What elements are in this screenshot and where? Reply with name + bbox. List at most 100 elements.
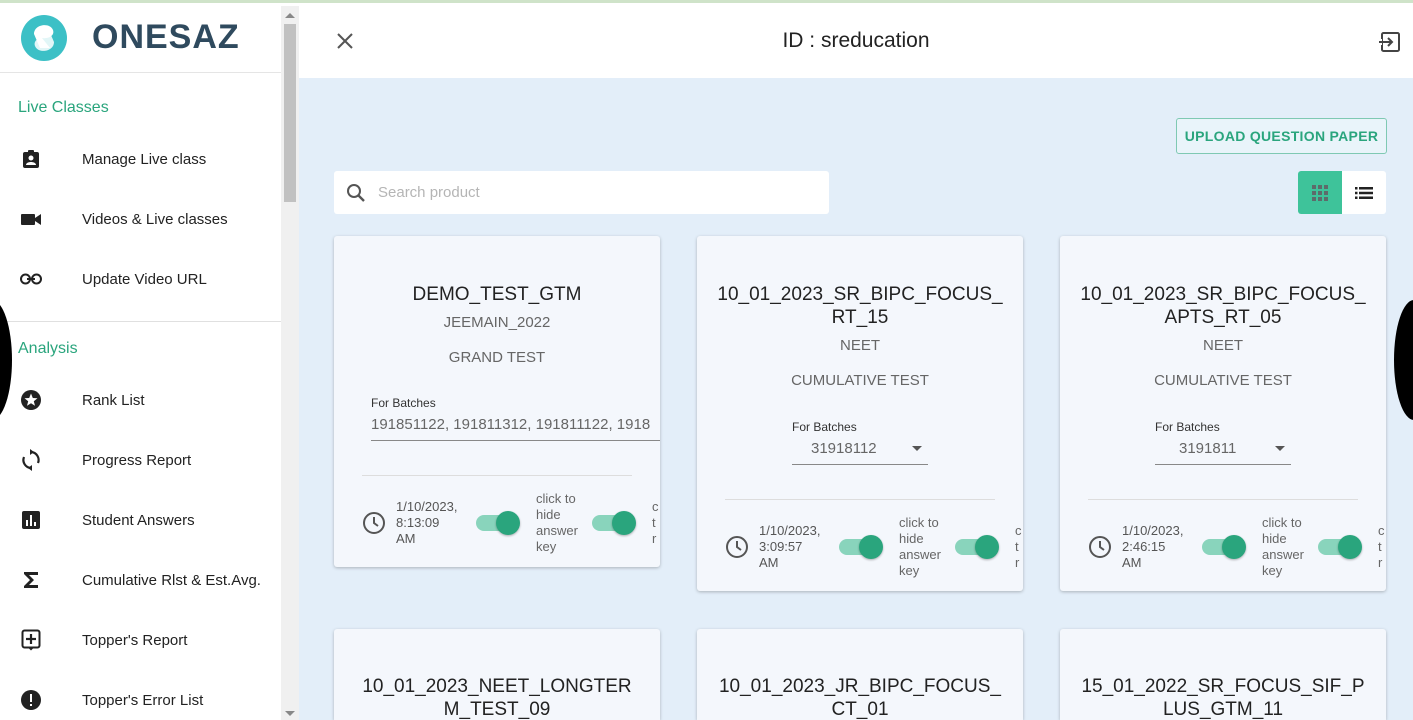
time-line: 2:46:15 — [1122, 539, 1166, 554]
upload-question-paper-button[interactable]: UPLOAD QUESTION PAPER — [1176, 118, 1387, 154]
caption-line: r — [1015, 555, 1020, 570]
caption-line: c — [1378, 523, 1385, 538]
hide-answer-key-toggle[interactable] — [592, 511, 636, 535]
right-edge-overlay — [1394, 300, 1413, 420]
scroll-thumb[interactable] — [284, 24, 296, 202]
card-title: 10_01_2023_SR_BIPC_FOCUS_RT_15 — [717, 284, 1003, 328]
toggle-knob — [859, 535, 883, 559]
truncated-caption: c t r — [1015, 523, 1022, 571]
card-exam: JEEMAIN_2022 — [443, 314, 551, 331]
sigma-icon — [20, 569, 42, 591]
batches-label: For Batches — [371, 396, 436, 410]
caption-line: hide — [1262, 531, 1287, 546]
section-title-live-classes: Live Classes — [18, 99, 109, 116]
sidebar-scrollbar[interactable] — [281, 6, 299, 720]
scroll-up-arrow-icon[interactable] — [285, 13, 295, 18]
caption-line: click to — [899, 515, 939, 530]
sidebar-item-label: Topper's Report — [82, 631, 188, 649]
brand[interactable]: ONESAZ — [0, 3, 281, 73]
sidebar-item-progress-report[interactable]: Progress Report — [0, 430, 281, 490]
meridiem-line: AM — [759, 555, 779, 570]
sidebar-item-manage-live-class[interactable]: Manage Live class — [0, 129, 281, 189]
batches-input[interactable]: 191851122, 191811312, 191811122, 1918 — [371, 410, 660, 441]
caption-line: answer — [1262, 547, 1304, 562]
grid-view-button[interactable] — [1298, 171, 1342, 214]
list-view-button[interactable] — [1342, 171, 1386, 214]
batches-dropdown[interactable]: 31918112 — [792, 434, 928, 465]
page-title: ID : sreducation — [782, 29, 930, 52]
search-input[interactable] — [378, 184, 798, 201]
hide-answer-key-toggle[interactable] — [1318, 535, 1362, 559]
nav-section-analysis: Analysis Rank List Progress Report Stude… — [0, 321, 281, 720]
sidebar-item-student-answers[interactable]: Student Answers — [0, 490, 281, 550]
scroll-down-arrow-icon[interactable] — [285, 711, 295, 716]
card-test-type: CUMULATIVE TEST — [791, 372, 929, 389]
caption-line: key — [536, 539, 557, 554]
test-card[interactable]: DEMO_TEST_GTM JEEMAIN_2022 GRAND TEST Fo… — [334, 236, 660, 567]
sidebar-item-toppers-error-list[interactable]: Topper's Error List — [0, 670, 281, 720]
test-card[interactable]: 15_01_2022_SR_FOCUS_SIF_PLUS_GTM_11 — [1060, 629, 1386, 720]
caption-line: c — [652, 499, 659, 514]
publish-toggle[interactable] — [476, 511, 520, 535]
caption-line: key — [899, 563, 920, 578]
batches-value: 191851122, 191811312, 191811122, 1918 — [371, 416, 651, 433]
date-line: 1/10/2023, — [759, 523, 821, 538]
view-toggle — [1298, 171, 1386, 214]
card-title: 10_01_2023_NEET_LONGTERM_TEST_09 — [362, 676, 632, 720]
card-divider — [1088, 499, 1358, 500]
sidebar-item-update-video-url[interactable]: Update Video URL — [0, 249, 281, 309]
caption-line: answer — [536, 523, 578, 538]
nav-section-live-classes: Live Classes Manage Live class Videos & … — [0, 73, 281, 309]
truncated-caption: c t r — [1378, 523, 1385, 571]
clock-icon — [363, 512, 385, 534]
card-title: 10_01_2023_JR_BIPC_FOCUS_CT_01 — [718, 676, 1001, 720]
card-test-type: GRAND TEST — [448, 349, 546, 366]
card-title: DEMO_TEST_GTM — [412, 284, 582, 305]
time-line: 3:09:57 — [759, 539, 803, 554]
batches-field[interactable]: For Batches 191851122, 191811312, 191811… — [371, 396, 660, 441]
caption-line: t — [1378, 539, 1382, 554]
batches-dropdown[interactable]: 3191811 — [1155, 434, 1291, 465]
caption-line: c — [1015, 523, 1022, 538]
caption-line: hide — [536, 507, 561, 522]
batches-select[interactable]: For Batches 3191811 — [1155, 420, 1291, 465]
test-card[interactable]: 10_01_2023_JR_BIPC_FOCUS_CT_01 — [697, 629, 1023, 720]
batches-select[interactable]: For Batches 31918112 — [792, 420, 928, 465]
bar-chart-icon — [20, 509, 42, 531]
publish-toggle[interactable] — [839, 535, 883, 559]
sidebar-item-cumulative-rlst[interactable]: Cumulative Rlst & Est.Avg. — [0, 550, 281, 610]
sidebar-item-rank-list[interactable]: Rank List — [0, 370, 281, 430]
sidebar-item-label: Student Answers — [82, 511, 195, 529]
publish-toggle[interactable] — [1202, 535, 1246, 559]
meridiem-line: AM — [396, 531, 416, 546]
sidebar-item-toppers-report[interactable]: Topper's Report — [0, 610, 281, 670]
toggle-knob — [1338, 535, 1362, 559]
hide-answer-key-caption: click to hide answer key — [899, 515, 955, 579]
card-footer: 1/10/2023, 8:13:09 AM click to hide answ… — [362, 491, 659, 555]
caption-line: t — [1015, 539, 1019, 554]
hide-answer-key-toggle[interactable] — [955, 535, 999, 559]
batches-value: 31918112 — [811, 440, 877, 457]
brand-name: ONESAZ — [92, 18, 240, 56]
sidebar-item-label: Manage Live class — [82, 150, 207, 168]
dropdown-arrow-icon — [1275, 446, 1285, 451]
card-title: 15_01_2022_SR_FOCUS_SIF_PLUS_GTM_11 — [1081, 676, 1365, 720]
link-icon — [20, 268, 42, 290]
clock-icon — [1089, 536, 1111, 558]
batches-label: For Batches — [792, 420, 857, 434]
time-line: 8:13:09 — [396, 515, 440, 530]
logout-icon[interactable] — [1379, 31, 1401, 53]
sidebar-item-videos-live-classes[interactable]: Videos & Live classes — [0, 189, 281, 249]
sidebar-item-label: Rank List — [82, 391, 145, 409]
caption-line: r — [652, 531, 657, 546]
test-card[interactable]: 10_01_2023_SR_BIPC_FOCUS_RT_15 NEET CUMU… — [697, 236, 1023, 591]
test-card[interactable]: 10_01_2023_NEET_LONGTERM_TEST_09 — [334, 629, 660, 720]
card-test-type: CUMULATIVE TEST — [1154, 372, 1292, 389]
sidebar-item-label: Cumulative Rlst & Est.Avg. — [82, 571, 261, 589]
list-icon — [1355, 186, 1373, 199]
clipboard-account-icon — [20, 148, 42, 170]
created-datetime: 1/10/2023, 3:09:57 AM — [759, 523, 839, 571]
truncated-caption: c t r — [652, 499, 659, 547]
test-card[interactable]: 10_01_2023_SR_BIPC_FOCUS_APTS_RT_05 NEET… — [1060, 236, 1386, 591]
card-divider — [362, 475, 632, 476]
